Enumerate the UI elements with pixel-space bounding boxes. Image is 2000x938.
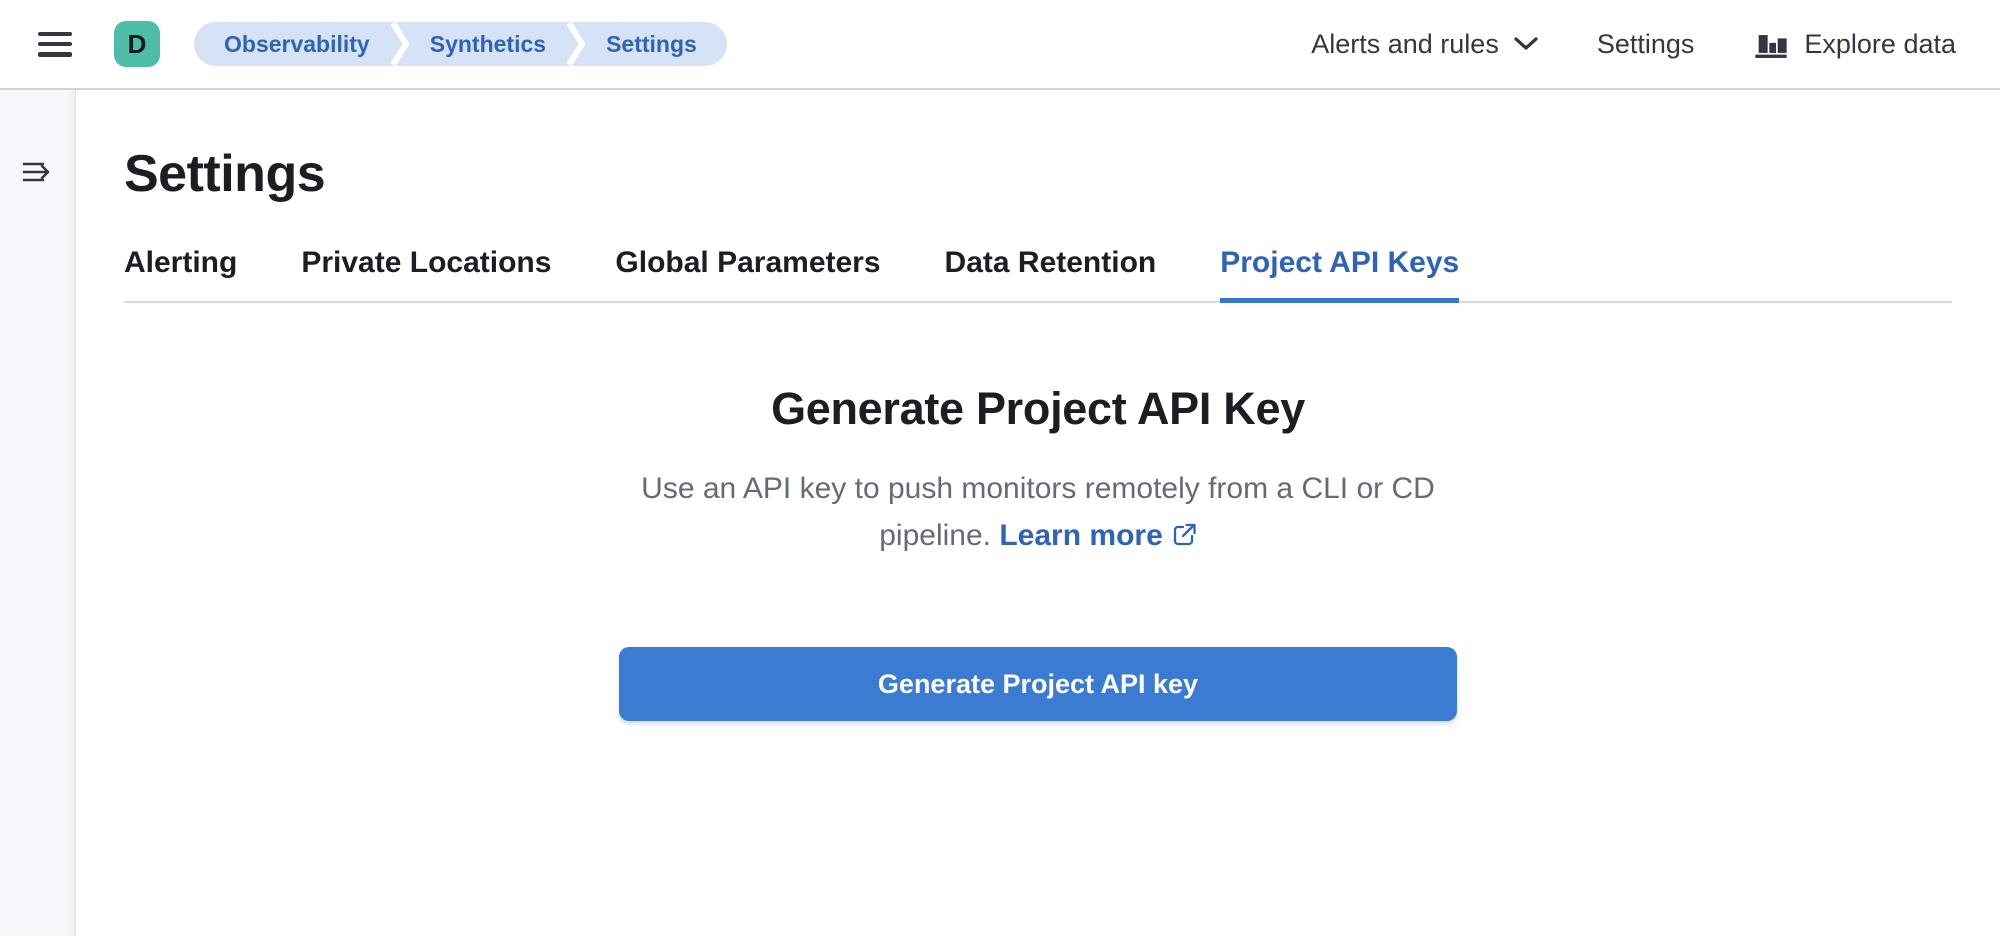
- avatar[interactable]: D: [114, 21, 160, 67]
- breadcrumb-settings[interactable]: Settings: [582, 22, 727, 66]
- learn-more-link[interactable]: Learn more: [999, 519, 1196, 552]
- settings-link-label: Settings: [1597, 29, 1695, 60]
- explore-data-label: Explore data: [1804, 29, 1956, 60]
- collapsed-sidebar: [0, 90, 76, 936]
- api-key-description: Use an API key to push monitors remotely…: [611, 465, 1466, 559]
- generate-api-key-panel: Generate Project API Key Use an API key …: [124, 383, 1952, 721]
- alerts-and-rules-label: Alerts and rules: [1311, 29, 1499, 60]
- tab-alerting[interactable]: Alerting: [124, 246, 237, 303]
- tab-bar: Alerting Private Locations Global Parame…: [124, 246, 1952, 303]
- tab-global-parameters[interactable]: Global Parameters: [615, 246, 880, 303]
- explore-data-link[interactable]: Explore data: [1752, 25, 1956, 63]
- alerts-and-rules-menu[interactable]: Alerts and rules: [1311, 29, 1539, 60]
- external-link-icon: [1171, 522, 1197, 548]
- generate-project-api-key-button[interactable]: Generate Project API key: [619, 647, 1457, 721]
- menu-right-icon: [21, 158, 55, 186]
- workspace: Settings Alerting Private Locations Glob…: [0, 90, 2000, 936]
- page-title: Settings: [124, 144, 1952, 204]
- tab-data-retention[interactable]: Data Retention: [945, 246, 1157, 303]
- top-header: D Observability Synthetics Settings Aler…: [0, 0, 2000, 90]
- hamburger-menu-icon[interactable]: [38, 32, 72, 57]
- breadcrumb-synthetics[interactable]: Synthetics: [406, 22, 570, 66]
- breadcrumb-observability[interactable]: Observability: [194, 22, 394, 66]
- main-content: Settings Alerting Private Locations Glob…: [76, 90, 2000, 936]
- tab-project-api-keys[interactable]: Project API Keys: [1220, 246, 1459, 303]
- settings-link[interactable]: Settings: [1597, 29, 1695, 60]
- generate-api-key-heading: Generate Project API Key: [124, 383, 1952, 435]
- expand-sidebar-button[interactable]: [18, 154, 58, 190]
- tab-private-locations[interactable]: Private Locations: [301, 246, 551, 303]
- chevron-down-icon: [1513, 36, 1539, 52]
- learn-more-label: Learn more: [999, 519, 1162, 552]
- breadcrumb: Observability Synthetics Settings: [194, 22, 727, 66]
- bar-chart-icon: [1752, 25, 1790, 63]
